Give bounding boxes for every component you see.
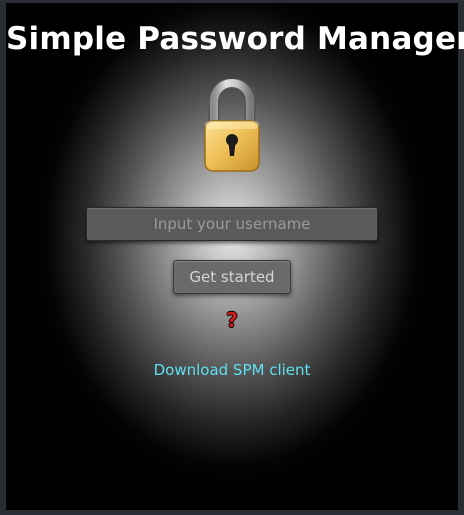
- get-started-button[interactable]: Get started: [173, 260, 291, 294]
- username-input[interactable]: [86, 207, 378, 241]
- page-title: Simple Password Manager: [6, 21, 464, 57]
- login-panel: Simple Password Manager Get started ? Do…: [6, 3, 464, 510]
- download-client-link[interactable]: Download SPM client: [6, 361, 458, 379]
- padlock-icon: [204, 79, 260, 172]
- question-mark-icon[interactable]: ?: [224, 309, 240, 331]
